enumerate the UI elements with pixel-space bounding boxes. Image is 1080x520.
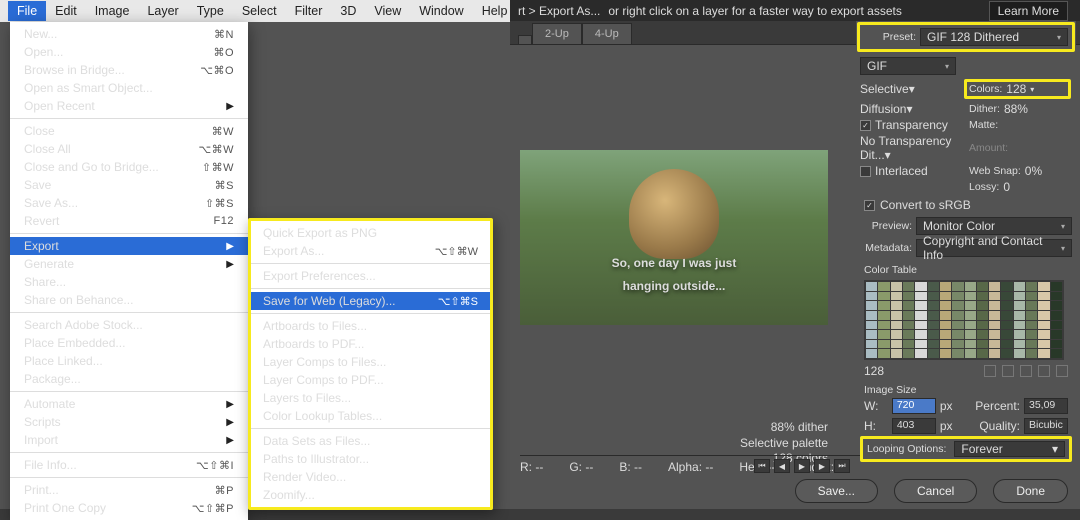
colors-label: Colors: [969,83,1002,95]
submenuitem-artboards-to-files-: Artboards to Files... [251,317,490,335]
menu-type[interactable]: Type [188,1,233,21]
quality-select[interactable]: Bicubic [1024,418,1068,434]
dialog-buttons: Save... Cancel Done [795,479,1068,503]
menubar: FileEditImageLayerTypeSelectFilter3DView… [0,0,510,22]
interlaced-checkbox[interactable] [860,166,871,177]
menuitem-revert: RevertF12 [10,212,248,230]
menu-view[interactable]: View [365,1,410,21]
menuitem-package-: Package... [10,370,248,388]
menu-layer[interactable]: Layer [138,1,187,21]
tab-4up[interactable]: 4-Up [582,23,632,44]
submenuitem-export-preferences-[interactable]: Export Preferences... [251,267,490,285]
imagesize-header: Image Size [864,384,1068,396]
menuitem-place-linked-[interactable]: Place Linked... [10,352,248,370]
menu-edit[interactable]: Edit [46,1,86,21]
lossy-input[interactable]: 0 [1003,180,1010,194]
color-table[interactable] [864,280,1064,360]
next-frame-icon: ▶ [814,459,830,473]
tip-text: or right click on a layer for a faster w… [608,4,901,18]
submenuitem-artboards-to-pdf-: Artboards to PDF... [251,335,490,353]
looping-select[interactable]: Forever▾ [954,441,1065,457]
menu-select[interactable]: Select [233,1,286,21]
menuitem-file-info-[interactable]: File Info...⌥⇧⌘I [10,456,248,474]
menu-file[interactable]: File [8,1,46,21]
srgb-checkbox[interactable]: ✓ [864,200,875,211]
submenuitem-zoomify-[interactable]: Zoomify... [251,486,490,504]
submenuitem-export-as-[interactable]: Export As...⌥⇧⌘W [251,242,490,260]
play-icon: ▶ [794,459,810,473]
menuitem-close[interactable]: Close⌘W [10,122,248,140]
menuitem-print-one-copy[interactable]: Print One Copy⌥⇧⌘P [10,499,248,517]
percent-input[interactable]: 35,09 [1024,398,1068,414]
menuitem-browse-in-bridge-[interactable]: Browse in Bridge...⌥⌘O [10,61,248,79]
menu-image[interactable]: Image [86,1,139,21]
metadata-select[interactable]: Copyright and Contact Info▾ [916,239,1072,257]
preset-label: Preset: [864,31,916,43]
colortable-icons[interactable] [984,365,1068,377]
colors-input[interactable]: 128 [1006,82,1026,96]
menuitem-automate[interactable]: Automate▶ [10,395,248,413]
colortable-header: Color Table [864,264,1068,276]
format-select[interactable]: GIF▾ [860,57,956,75]
menu-window[interactable]: Window [410,1,472,21]
menu-3d[interactable]: 3D [331,1,365,21]
menu-filter[interactable]: Filter [286,1,332,21]
menuitem-search-adobe-stock-[interactable]: Search Adobe Stock... [10,316,248,334]
menuitem-share-on-behance-: Share on Behance... [10,291,248,309]
menuitem-print-[interactable]: Print...⌘P [10,481,248,499]
palette-select[interactable]: Selective▾ [860,82,915,96]
menuitem-close-and-go-to-bridge-[interactable]: Close and Go to Bridge...⇧⌘W [10,158,248,176]
preview-content [629,169,719,259]
submenuitem-save-for-web-legacy-[interactable]: Save for Web (Legacy)...⌥⇧⌘S [251,292,490,310]
menuitem-save: Save⌘S [10,176,248,194]
first-frame-icon: ⏮ [754,459,770,473]
height-input[interactable]: 403 [892,418,936,434]
tab-original[interactable] [518,35,532,44]
preset-highlight: Preset: GIF 128 Dithered▾ [857,22,1075,52]
dither-select[interactable]: Diffusion▾ [860,102,913,116]
tab-2up[interactable]: 2-Up [532,23,582,44]
transparency-checkbox[interactable]: ✓ [860,120,871,131]
preview-select[interactable]: Monitor Color▾ [916,217,1072,235]
learn-more-button[interactable]: Learn More [989,1,1068,21]
menuitem-scripts[interactable]: Scripts▶ [10,413,248,431]
animation-playbar[interactable]: ⏮ ◀ ▶ ▶ ⏭ [754,459,850,473]
transdither-select[interactable]: No Transparency Dit...▾ [860,134,963,162]
cancel-button[interactable]: Cancel [894,479,977,503]
submenuitem-layers-to-files-[interactable]: Layers to Files... [251,389,490,407]
websnap-input[interactable]: 0% [1025,164,1042,178]
menuitem-open-[interactable]: Open...⌘O [10,43,248,61]
menuitem-share-[interactable]: Share... [10,273,248,291]
save-button[interactable]: Save... [795,479,878,503]
submenuitem-color-lookup-tables-[interactable]: Color Lookup Tables... [251,407,490,425]
submenuitem-quick-export-as-png[interactable]: Quick Export as PNG [251,224,490,242]
menuitem-export[interactable]: Export▶ [10,237,248,255]
submenuitem-paths-to-illustrator-[interactable]: Paths to Illustrator... [251,450,490,468]
preview-image: So, one day I was justhanging outside... [520,150,828,325]
menuitem-place-embedded-[interactable]: Place Embedded... [10,334,248,352]
menuitem-close-all[interactable]: Close All⌥⌘W [10,140,248,158]
submenuitem-data-sets-as-files-: Data Sets as Files... [251,432,490,450]
menuitem-open-as-smart-object-[interactable]: Open as Smart Object... [10,79,248,97]
menuitem-generate[interactable]: Generate▶ [10,255,248,273]
submenuitem-render-video-[interactable]: Render Video... [251,468,490,486]
dither-pct[interactable]: 88% [1004,102,1028,116]
settings-panel: Preset: GIF 128 Dithered▾ GIF▾ Selective… [856,21,1076,466]
submenuitem-layer-comps-to-pdf-: Layer Comps to PDF... [251,371,490,389]
preset-select[interactable]: GIF 128 Dithered▾ [920,28,1068,46]
menuitem-open-recent[interactable]: Open Recent▶ [10,97,248,115]
last-frame-icon: ⏭ [834,459,850,473]
submenuitem-layer-comps-to-files-: Layer Comps to Files... [251,353,490,371]
menuitem-save-as-[interactable]: Save As...⇧⌘S [10,194,248,212]
file-menu: New...⌘NOpen...⌘OBrowse in Bridge...⌥⌘OO… [10,22,248,520]
export-submenu: Quick Export as PNGExport As...⌥⇧⌘W Expor… [248,218,493,510]
tip-bar: rt > Export As... or right click on a la… [510,0,1080,21]
done-button[interactable]: Done [993,479,1068,503]
tip-path: rt > Export As... [518,4,600,18]
menuitem-import[interactable]: Import▶ [10,431,248,449]
width-input[interactable]: 720 [892,398,936,414]
menuitem-new-[interactable]: New...⌘N [10,25,248,43]
looping-highlight: Looping Options: Forever▾ [860,436,1072,462]
prev-frame-icon: ◀ [774,459,790,473]
